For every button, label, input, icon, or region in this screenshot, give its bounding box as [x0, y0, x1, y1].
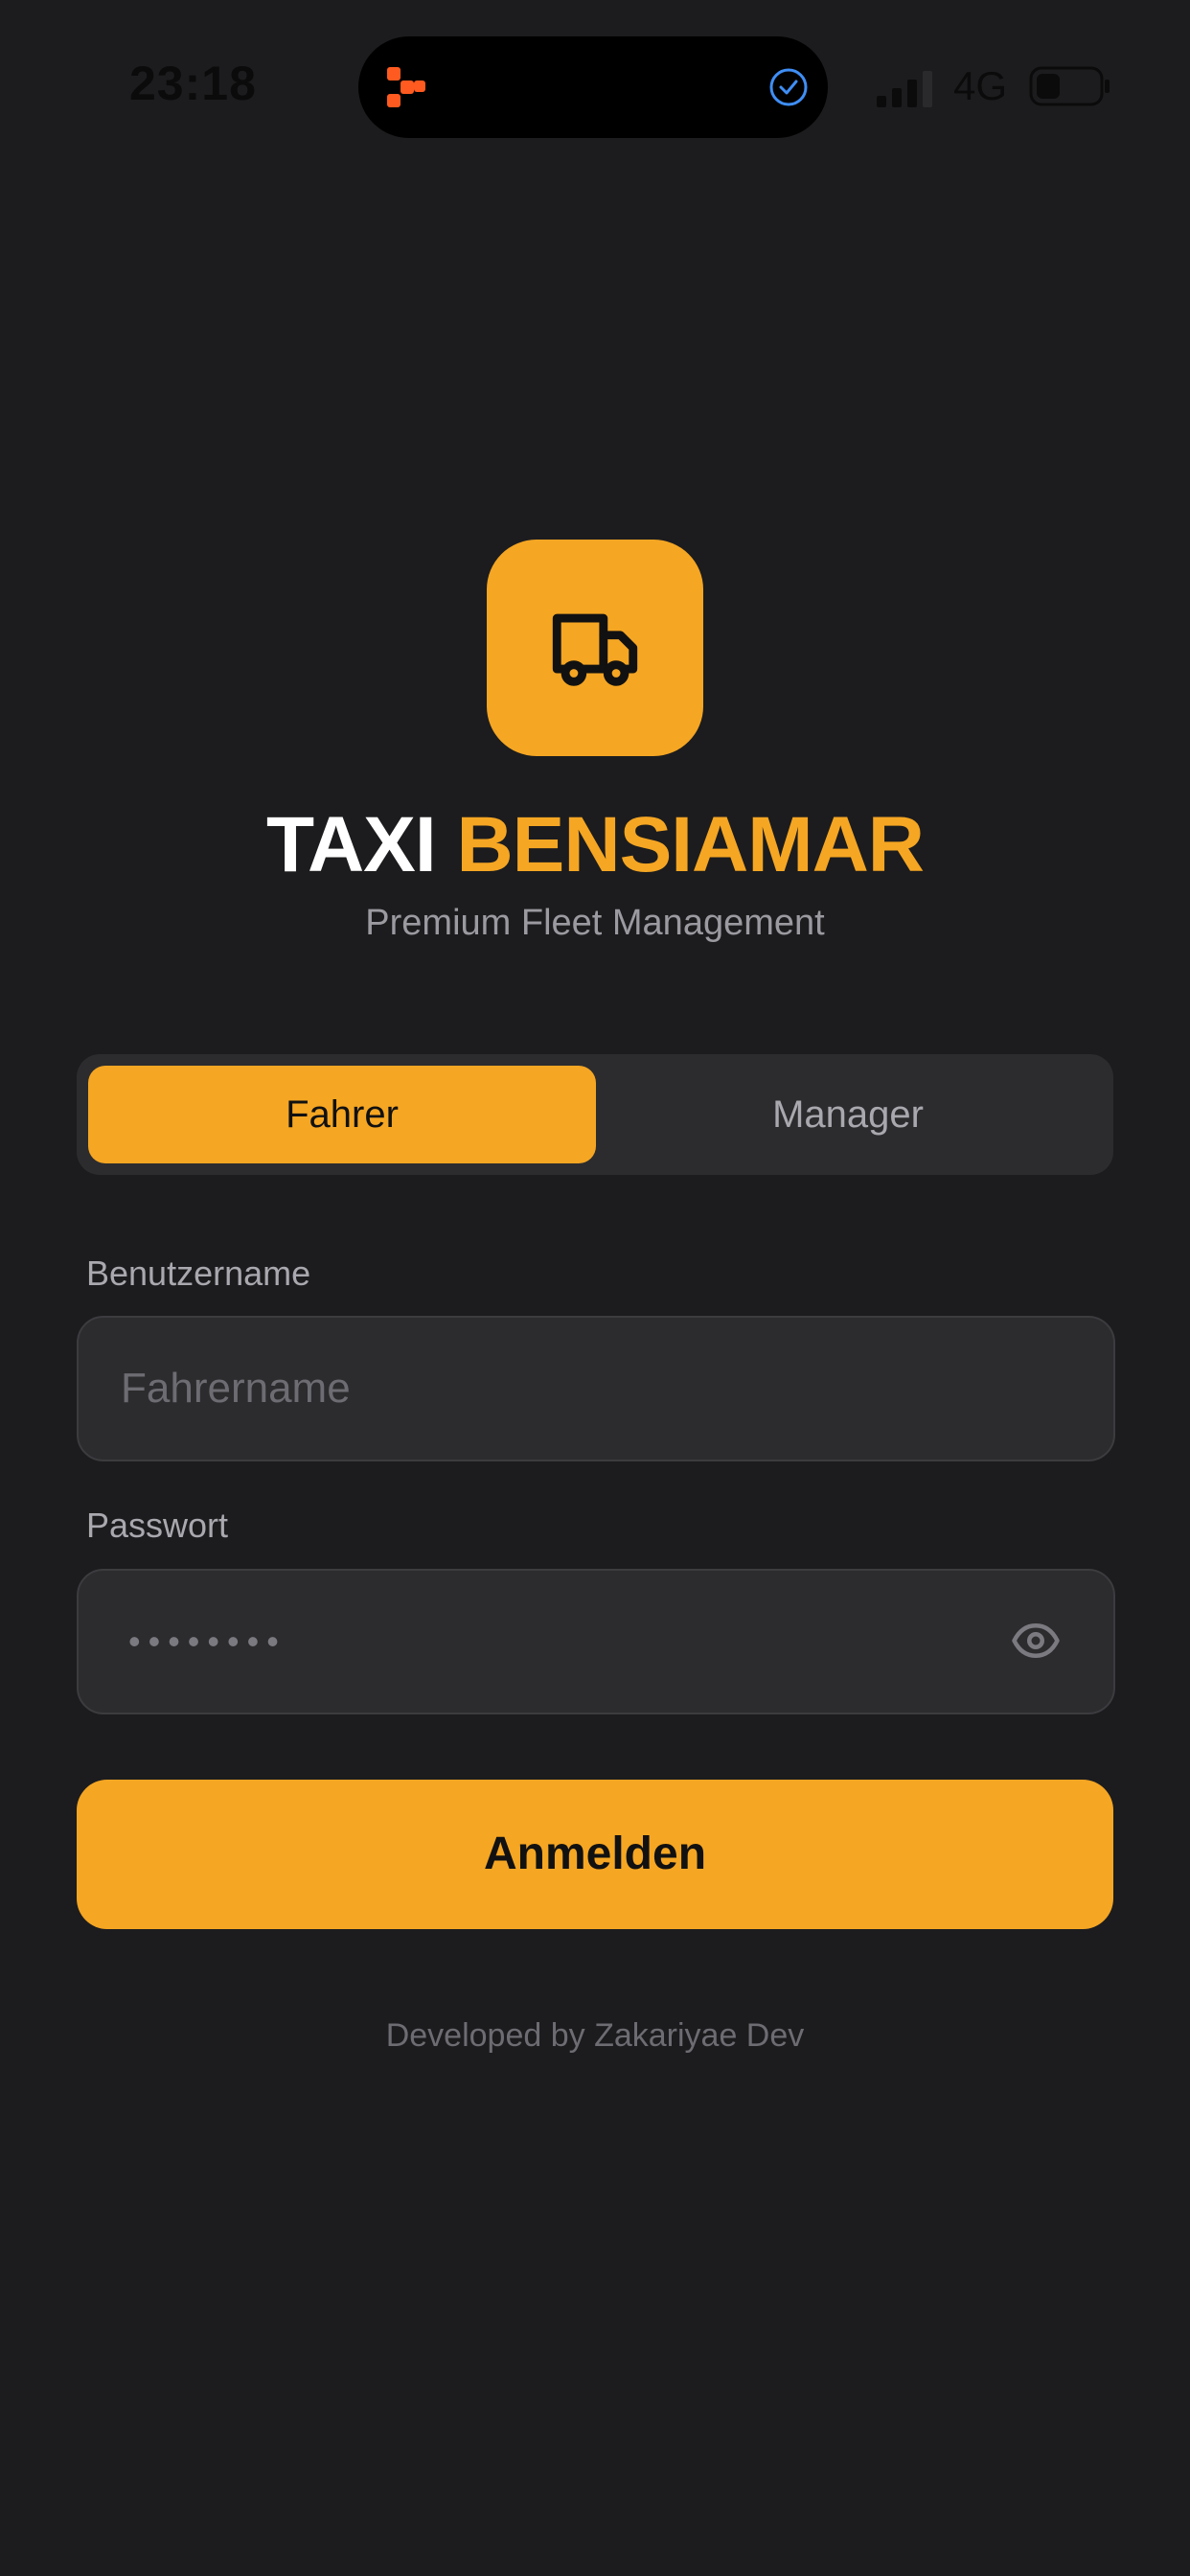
status-time: 23:18	[129, 57, 257, 110]
brand-title-part2: BENSIAMAR	[456, 801, 925, 888]
network-label: 4G	[953, 63, 1008, 108]
password-field[interactable]: ••••••••	[77, 1569, 1115, 1714]
brand-subtitle: Premium Fleet Management	[365, 903, 825, 943]
checkmark-circle-icon	[769, 68, 808, 106]
role-option-manager[interactable]: Manager	[594, 1066, 1102, 1163]
battery-icon	[1029, 66, 1110, 106]
brand-title-part1: TAXI	[265, 801, 437, 888]
username-label: Benutzername	[86, 1254, 311, 1293]
login-button[interactable]: Anmelden	[77, 1780, 1113, 1929]
role-switch: Fahrer Manager	[77, 1054, 1113, 1175]
app-logo-icon	[387, 67, 425, 107]
password-input[interactable]: ••••••••	[128, 1571, 286, 1713]
signal-bars-icon	[877, 71, 932, 107]
password-label: Passwort	[86, 1506, 229, 1545]
truck-icon	[552, 613, 638, 686]
brand-title: TAXI BENSIAMAR	[0, 797, 1190, 893]
dynamic-island[interactable]	[358, 36, 828, 138]
role-option-driver[interactable]: Fahrer	[88, 1066, 596, 1163]
eye-icon[interactable]	[1008, 1615, 1064, 1667]
username-input[interactable]	[121, 1318, 983, 1460]
app-logo	[487, 540, 703, 756]
username-field[interactable]	[77, 1316, 1115, 1461]
developer-credit: Developed by Zakariyae Dev	[385, 2017, 805, 2054]
